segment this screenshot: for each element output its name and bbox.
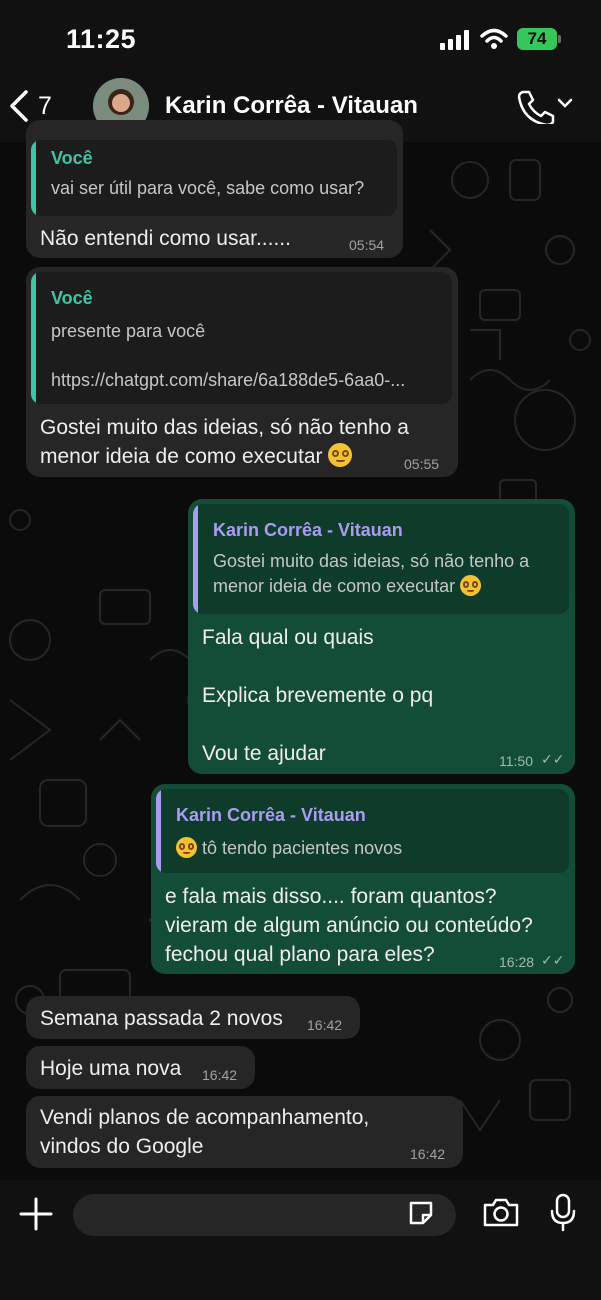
quoted-message[interactable]: Você vai ser útil para você, sabe como u… (31, 140, 397, 216)
quote-accent-bar (31, 272, 36, 404)
camera-button[interactable] (482, 1196, 522, 1232)
quote-author: Karin Corrêa - Vitauan (213, 520, 403, 540)
message-input[interactable] (73, 1194, 456, 1236)
message-text: Vou te ajudar (202, 742, 326, 765)
message-text: Semana passada 2 novos (40, 1007, 283, 1030)
camera-icon (483, 1198, 519, 1227)
microphone-icon (550, 1193, 576, 1232)
message-bubble[interactable]: Karin Corrêa - Vitauan tô tendo paciente… (151, 784, 575, 974)
quote-text: vai ser útil para você, sabe como usar? (51, 178, 365, 198)
message-text: vieram de algum anúncio ou conteúdo? (165, 914, 533, 937)
battery-level: 74 (517, 28, 557, 50)
battery-tip (558, 35, 561, 43)
message-bubble[interactable]: Você presente para você https://chatgpt.… (26, 267, 458, 477)
message-text: Vendi planos de acompanhamento, (40, 1106, 370, 1129)
sticker-icon (409, 1201, 433, 1225)
quote-text: Gostei muito das ideias, só não tenho a (213, 551, 530, 571)
quote-author: Karin Corrêa - Vitauan (176, 805, 366, 825)
message-text: Não entendi como usar...... (40, 227, 291, 250)
quoted-message[interactable]: Karin Corrêa - Vitauan tô tendo paciente… (156, 789, 569, 873)
quote-accent-bar (31, 140, 36, 216)
message-text: Fala qual ou quais (202, 626, 374, 649)
dizzy-face-emoji-icon (328, 443, 353, 467)
message-time: 05:55 (404, 456, 440, 472)
message-bubble[interactable]: Você vai ser útil para você, sabe como u… (26, 120, 403, 258)
quote-author: Você (51, 148, 93, 168)
message-text: Explica brevemente o pq (202, 684, 434, 707)
message-bubble[interactable]: Hoje uma nova 16:42 (26, 1046, 255, 1089)
microphone-button[interactable] (548, 1192, 578, 1234)
read-receipt-icon: ✓✓ (541, 952, 565, 968)
read-receipt-icon: ✓✓ (541, 751, 565, 767)
message-time: 16:42 (202, 1067, 238, 1083)
cellular-signal-icon (440, 30, 469, 50)
message-time: 16:42 (307, 1017, 343, 1033)
composer-bar (0, 1180, 601, 1300)
attach-button[interactable] (18, 1196, 54, 1232)
phone-icon (517, 90, 555, 124)
contact-name[interactable]: Karin Corrêa - Vitauan (165, 92, 418, 120)
sticker-button[interactable] (406, 1198, 442, 1234)
chevron-left-icon (10, 90, 28, 122)
quoted-message[interactable]: Você presente para você https://chatgpt.… (31, 272, 452, 404)
unread-count: 7 (38, 91, 52, 120)
message-text: fechou qual plano para eles? (165, 943, 435, 966)
plus-icon (19, 1197, 53, 1231)
quote-text: menor ideia de como executar (213, 574, 482, 599)
quote-text: presente para você (51, 321, 206, 341)
quote-link: https://chatgpt.com/share/6a188de5-6aa0-… (51, 370, 406, 390)
message-time: 05:54 (349, 237, 385, 253)
clock: 11:25 (66, 24, 137, 54)
message-bubble[interactable]: Semana passada 2 novos 16:42 (26, 996, 360, 1039)
quote-text: tô tendo pacientes novos (176, 836, 402, 861)
message-text: menor ideia de como executar (40, 442, 353, 471)
grinning-sweat-emoji-icon (176, 837, 197, 858)
dizzy-face-emoji-icon (460, 575, 482, 596)
message-time: 16:42 (410, 1146, 446, 1162)
call-button[interactable] (515, 88, 575, 124)
message-text: Hoje uma nova (40, 1057, 182, 1080)
message-text: e fala mais disso.... foram quantos? (165, 885, 497, 908)
status-bar: 11:25 74 (0, 0, 601, 72)
wifi-icon (480, 28, 508, 49)
message-bubble[interactable]: Karin Corrêa - Vitauan Gostei muito das … (188, 499, 575, 774)
quoted-message[interactable]: Karin Corrêa - Vitauan Gostei muito das … (193, 504, 569, 614)
quote-accent-bar (193, 504, 198, 614)
message-bubble[interactable]: Vendi planos de acompanhamento, vindos d… (26, 1096, 463, 1168)
message-text: vindos do Google (40, 1135, 204, 1158)
quote-author: Você (51, 288, 93, 308)
chevron-down-icon (557, 98, 573, 108)
message-time: 11:50 (499, 753, 533, 769)
message-text: Gostei muito das ideias, só não tenho a (40, 416, 409, 439)
message-time: 16:28 (499, 954, 535, 970)
quote-accent-bar (156, 789, 161, 873)
